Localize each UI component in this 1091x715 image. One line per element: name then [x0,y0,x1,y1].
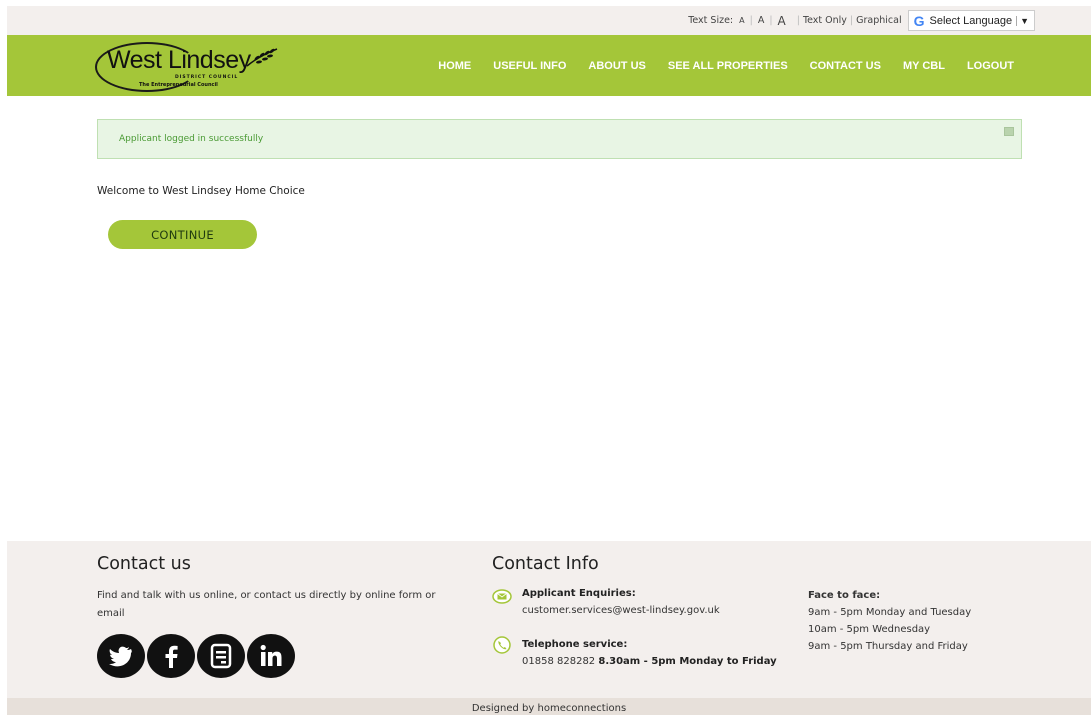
graphical-link[interactable]: Graphical [856,15,901,26]
footer: Contact us Find and talk with us online,… [7,541,1091,698]
alert-message: Applicant logged in successfully [119,134,264,144]
logo-subtitle: DISTRICT COUNCIL [175,75,239,80]
contact-us-text: Find and talk with us online, or contact… [97,590,436,619]
telephone-hours: 8.30am - 5pm Monday to Friday [598,656,777,667]
welcome-text: Welcome to West Lindsey Home Choice [97,185,305,197]
phone-icon [493,636,511,654]
language-selector[interactable]: G Select Language ▼ [907,10,1035,31]
nav-logout[interactable]: LOGOUT [967,60,1014,72]
text-size-small-link[interactable]: A [737,16,746,25]
nav-home[interactable]: HOME [438,60,471,72]
email-icon [492,589,512,604]
f2f-hours-3: 9am - 5pm Thursday and Friday [808,641,968,652]
face-to-face: Face to face: 9am - 5pm Monday and Tuesd… [808,587,971,655]
form-icon[interactable] [197,634,245,678]
text-size-medium-link[interactable]: A [756,15,767,26]
close-icon[interactable] [1004,127,1014,136]
wheat-icon [246,48,278,67]
text-size-large-link[interactable]: A [776,14,788,28]
applicant-email-link[interactable]: customer.services@west-lindsey.gov.uk [522,605,720,616]
nav-menu: HOME USEFUL INFO ABOUT US SEE ALL PROPER… [416,35,1014,96]
text-only-link[interactable]: Text Only [803,15,847,26]
west-lindsey-logo[interactable]: West Lindsey DISTRICT COUNCIL The Entrep… [95,40,285,92]
linkedin-icon[interactable] [247,634,295,678]
success-alert: Applicant logged in successfully [97,119,1022,159]
applicant-enquiries: Applicant Enquiries: customer.services@w… [522,585,720,619]
telephone-service: Telephone service: 01858 828282 8.30am -… [522,636,777,670]
contact-info-title: Contact Info [492,554,599,574]
facebook-icon[interactable] [147,634,195,678]
contact-us-title: Contact us [97,554,191,574]
telephone-label: Telephone service: [522,639,628,650]
social-links [97,634,297,678]
nav-contact-us[interactable]: CONTACT US [810,60,881,72]
google-icon: G [913,12,925,29]
face-to-face-label: Face to face: [808,590,881,601]
accessibility-tools: Text Size: A | A | A | Text Only | Graph… [688,10,1035,31]
twitter-icon[interactable] [97,634,145,678]
continue-button[interactable]: CONTINUE [108,220,257,249]
credit-bar: Designed by homeconnections [7,698,1091,715]
nav-my-cbl[interactable]: MY CBL [903,60,945,72]
telephone-number: 01858 828282 [522,656,596,667]
language-label: Select Language [929,14,1013,27]
main-navigation: West Lindsey DISTRICT COUNCIL The Entrep… [7,35,1091,96]
text-size-label: Text Size: [688,15,734,26]
designer-credit[interactable]: Designed by homeconnections [7,703,1091,714]
nav-see-all-properties[interactable]: SEE ALL PROPERTIES [668,60,788,72]
applicant-enquiries-label: Applicant Enquiries: [522,588,636,599]
nav-useful-info[interactable]: USEFUL INFO [493,60,566,72]
dropdown-arrow-icon: ▼ [1016,15,1029,26]
logo-tagline: The Entrepreneurial Council [139,82,218,88]
f2f-hours-2: 10am - 5pm Wednesday [808,624,931,635]
utility-bar: Text Size: A | A | A | Text Only | Graph… [7,6,1091,35]
f2f-hours-1: 9am - 5pm Monday and Tuesday [808,607,972,618]
logo-name: West Lindsey [107,46,251,74]
nav-about-us[interactable]: ABOUT US [588,60,645,72]
